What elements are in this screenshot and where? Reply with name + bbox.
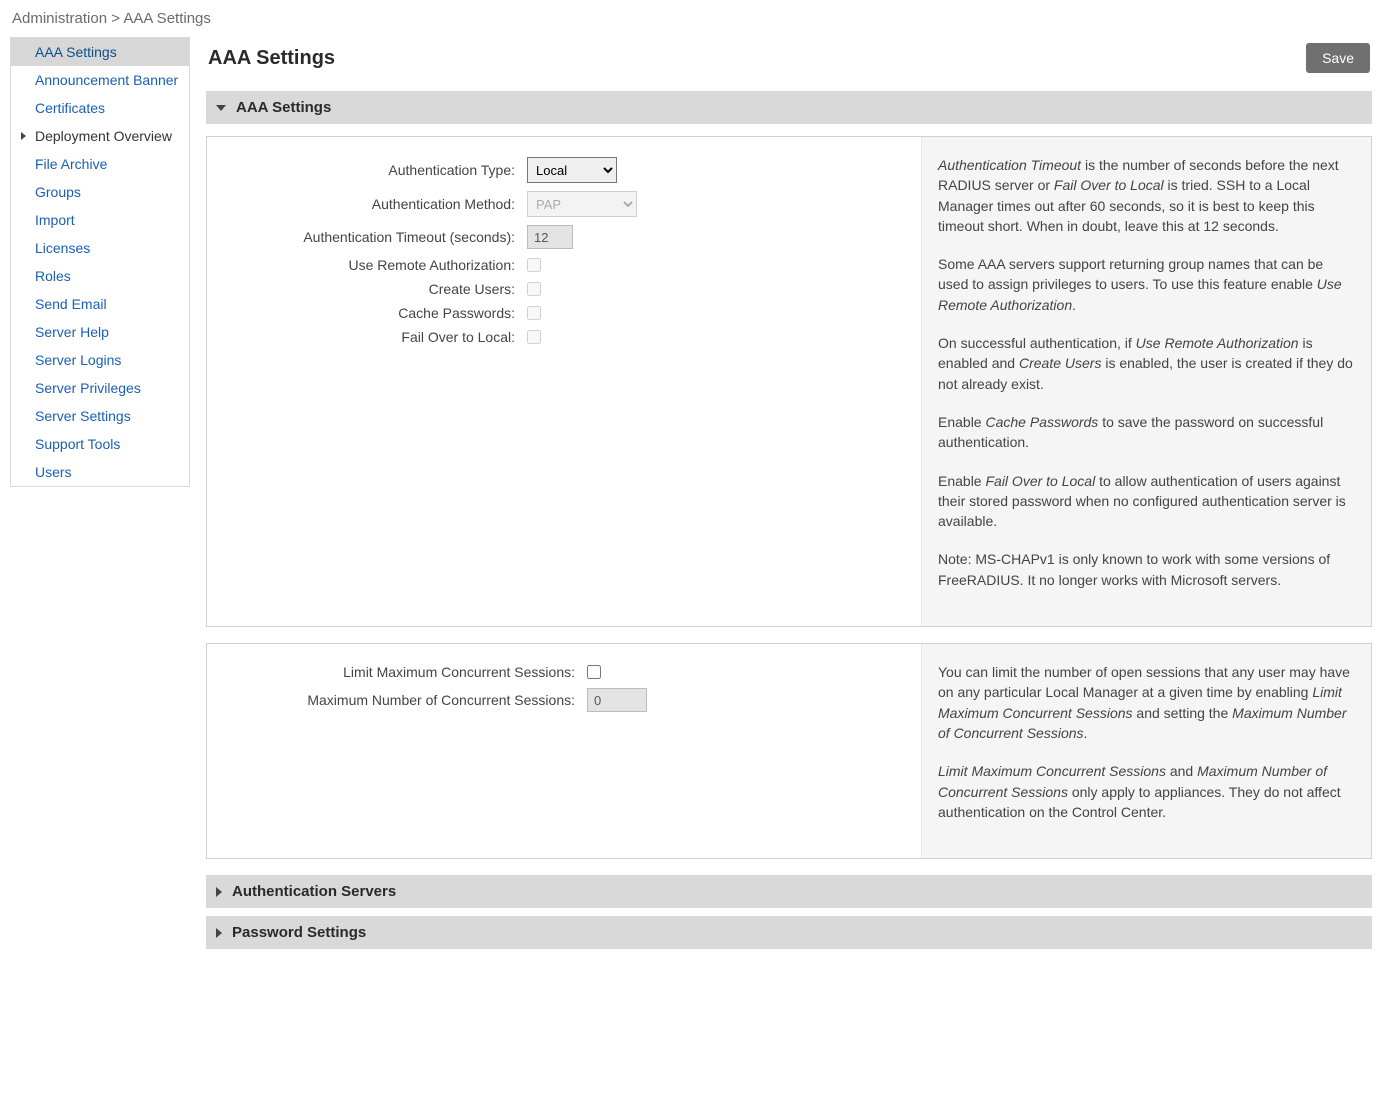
sidebar-item-label: AAA Settings xyxy=(35,44,117,60)
sidebar-item-label: Users xyxy=(35,464,72,480)
panel-title-password: Password Settings xyxy=(232,924,366,941)
failover-label: Fail Over to Local: xyxy=(217,329,527,345)
auth-type-label: Authentication Type: xyxy=(217,162,527,178)
sidebar-item-roles[interactable]: Roles xyxy=(11,262,189,290)
chevron-down-icon xyxy=(216,105,226,111)
sidebar-item-label: Server Logins xyxy=(35,352,121,368)
sidebar-item-groups[interactable]: Groups xyxy=(11,178,189,206)
page-header: AAA Settings Save xyxy=(206,37,1372,91)
save-button[interactable]: Save xyxy=(1306,43,1370,73)
sidebar-item-licenses[interactable]: Licenses xyxy=(11,234,189,262)
max-sessions-label: Maximum Number of Concurrent Sessions: xyxy=(217,692,587,708)
limit-sessions-checkbox[interactable] xyxy=(587,665,601,679)
breadcrumb-current: AAA Settings xyxy=(123,10,211,27)
sidebar-item-label: Licenses xyxy=(35,240,90,256)
panel-header-auth-servers[interactable]: Authentication Servers xyxy=(206,875,1372,908)
max-sessions-input xyxy=(587,688,647,712)
sidebar-item-import[interactable]: Import xyxy=(11,206,189,234)
sidebar-item-label: Roles xyxy=(35,268,71,284)
panel-header-password[interactable]: Password Settings xyxy=(206,916,1372,949)
breadcrumb-root[interactable]: Administration xyxy=(12,10,107,27)
failover-checkbox xyxy=(527,330,541,344)
sidebar-item-aaa-settings[interactable]: AAA Settings xyxy=(11,38,189,66)
sidebar-item-send-email[interactable]: Send Email xyxy=(11,290,189,318)
panel-header-aaa[interactable]: AAA Settings xyxy=(206,91,1372,124)
sidebar-item-label: Server Settings xyxy=(35,408,131,424)
auth-method-label: Authentication Method: xyxy=(217,196,527,212)
cache-pw-checkbox xyxy=(527,306,541,320)
sidebar-item-label: Support Tools xyxy=(35,436,120,452)
auth-type-select[interactable]: Local xyxy=(527,157,617,183)
sidebar-item-announcement-banner[interactable]: Announcement Banner xyxy=(11,66,189,94)
sidebar-item-server-logins[interactable]: Server Logins xyxy=(11,346,189,374)
sidebar-item-label: Groups xyxy=(35,184,81,200)
create-users-label: Create Users: xyxy=(217,281,527,297)
sidebar-item-server-help[interactable]: Server Help xyxy=(11,318,189,346)
auth-timeout-label: Authentication Timeout (seconds): xyxy=(217,229,527,245)
auth-timeout-input xyxy=(527,225,573,249)
sidebar-item-certificates[interactable]: Certificates xyxy=(11,94,189,122)
panel-aaa-box1: Authentication Type: Local Authenticatio… xyxy=(206,136,1372,627)
main-content: AAA Settings Save AAA Settings Authentic… xyxy=(202,37,1386,977)
sidebar-item-deployment-overview[interactable]: Deployment Overview xyxy=(11,122,189,150)
chevron-right-icon xyxy=(21,132,26,140)
auth-method-select: PAP xyxy=(527,191,637,217)
sidebar-item-label: Deployment Overview xyxy=(35,128,172,144)
sidebar-item-label: Import xyxy=(35,212,75,228)
sidebar-item-label: Server Help xyxy=(35,324,109,340)
use-remote-checkbox xyxy=(527,258,541,272)
create-users-checkbox xyxy=(527,282,541,296)
sidebar-item-label: File Archive xyxy=(35,156,107,172)
form-col-2: Limit Maximum Concurrent Sessions: Maxim… xyxy=(207,644,921,858)
sidebar-list: AAA Settings Announcement Banner Certifica… xyxy=(11,38,189,486)
sidebar-item-support-tools[interactable]: Support Tools xyxy=(11,430,189,458)
page-title: AAA Settings xyxy=(208,47,335,70)
sidebar-item-server-settings[interactable]: Server Settings xyxy=(11,402,189,430)
form-col-1: Authentication Type: Local Authenticatio… xyxy=(207,137,921,626)
use-remote-label: Use Remote Authorization: xyxy=(217,257,527,273)
chevron-right-icon xyxy=(216,887,222,897)
help-col-2: You can limit the number of open session… xyxy=(921,644,1371,858)
sidebar: AAA Settings Announcement Banner Certifica… xyxy=(10,37,190,487)
panel-aaa-box2: Limit Maximum Concurrent Sessions: Maxim… xyxy=(206,643,1372,859)
sidebar-item-server-privileges[interactable]: Server Privileges xyxy=(11,374,189,402)
panel-title-aaa: AAA Settings xyxy=(236,99,331,116)
limit-sessions-label: Limit Maximum Concurrent Sessions: xyxy=(217,664,587,680)
panel-title-auth-servers: Authentication Servers xyxy=(232,883,396,900)
sidebar-item-users[interactable]: Users xyxy=(11,458,189,486)
sidebar-item-label: Announcement Banner xyxy=(35,72,178,88)
sidebar-item-label: Server Privileges xyxy=(35,380,141,396)
sidebar-item-label: Send Email xyxy=(35,296,107,312)
help-col-1: Authentication Timeout is the number of … xyxy=(921,137,1371,626)
sidebar-item-file-archive[interactable]: File Archive xyxy=(11,150,189,178)
cache-pw-label: Cache Passwords: xyxy=(217,305,527,321)
sidebar-item-label: Certificates xyxy=(35,100,105,116)
breadcrumb: Administration > AAA Settings xyxy=(0,0,1386,37)
chevron-right-icon xyxy=(216,928,222,938)
